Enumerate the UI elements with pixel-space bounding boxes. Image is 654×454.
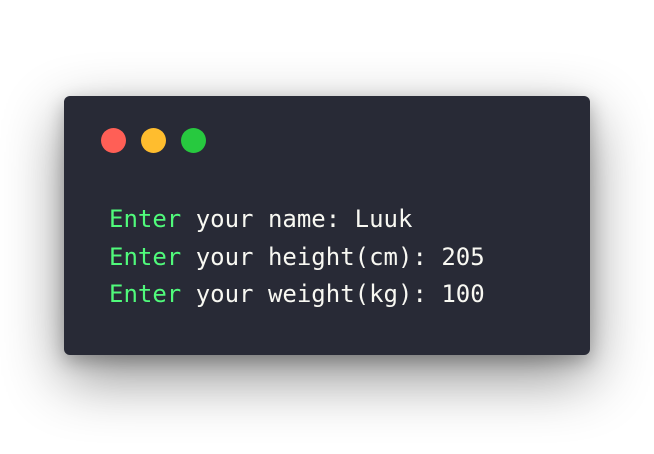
- keyword-enter: Enter: [109, 205, 182, 233]
- zoom-button[interactable]: [181, 128, 206, 153]
- terminal-output: Enter your name: Luuk Enter your height(…: [109, 201, 580, 314]
- output-text: your name: Luuk: [181, 205, 413, 233]
- output-text: your weight(kg): 100: [181, 280, 485, 308]
- window-controls: [101, 128, 206, 153]
- output-text: your height(cm): 205: [181, 242, 485, 271]
- output-line-name: Enter your name: Luuk: [109, 201, 580, 239]
- output-line-height: Enter your height(cm): 205: [109, 239, 580, 277]
- minimize-button[interactable]: [141, 128, 166, 153]
- keyword-enter: Enter: [109, 242, 182, 271]
- close-button[interactable]: [101, 128, 126, 153]
- terminal-window: Enter your name: Luuk Enter your height(…: [64, 96, 590, 355]
- output-line-weight: Enter your weight(kg): 100: [109, 276, 580, 314]
- keyword-enter: Enter: [109, 280, 182, 308]
